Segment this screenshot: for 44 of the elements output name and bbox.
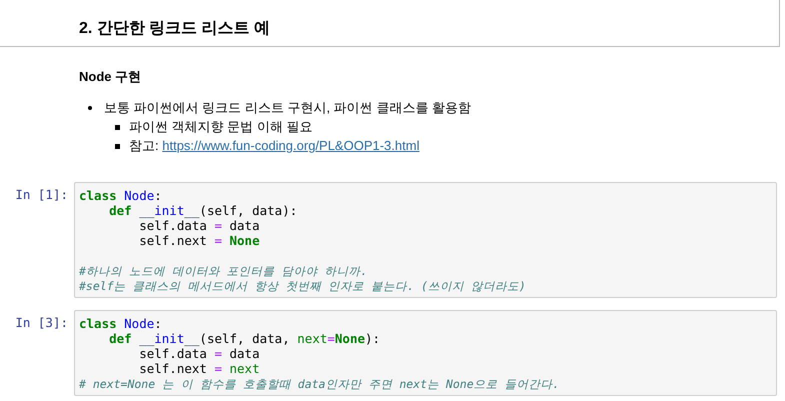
bullet-icon — [88, 106, 92, 110]
bullet-icon — [115, 125, 120, 130]
code-cell[interactable]: class Node: def __init__(self, data): self.data = data self.next = None #하나의 노드에 데이터와 포인터를 담아야 하니까. #self는 클래스의 메서드에서 항상 첫번째 인자로 붙는다. (쓰이지 않더라도) — [74, 182, 777, 298]
list-item-text: 참고: https://www.fun-coding.org/PL&OOP1-3.html — [129, 138, 420, 153]
section-heading: 2. 간단한 링크드 리스트 예 — [78, 19, 272, 39]
code-comment: #self는 클래스의 메서드에서 항상 첫번째 인자로 붙는다. (쓰이지 않더라도) — [79, 279, 526, 293]
list-item-text: 파이썬 객체지향 문법 이해 필요 — [129, 119, 312, 134]
code-keyword: None — [228, 233, 260, 248]
subheading: Node 구현 — [79, 68, 142, 86]
code-comment: # next=None 는 이 함수를 호출할때 data인자만 주면 next는 None으로 들어간다. — [79, 377, 560, 391]
code-text: data — [228, 218, 260, 233]
code-keyword: def — [109, 203, 133, 218]
code-text: self.data — [139, 218, 208, 233]
code-comment: #하나의 노드에 데이터와 포인터를 담아야 하니까. — [79, 264, 368, 278]
code-keyword: class — [79, 188, 118, 203]
code-text: self.next — [139, 233, 208, 248]
code-parameter: next — [228, 361, 260, 376]
code-text: (self, data): — [199, 203, 298, 218]
code-parameter: next — [297, 331, 328, 346]
code-text: : — [154, 188, 162, 203]
code-keyword: class — [79, 316, 118, 331]
code-name: __init__ — [139, 203, 200, 218]
code-text: : — [154, 316, 162, 331]
code-name: Node — [124, 188, 154, 203]
code-text: ): — [365, 331, 380, 346]
code-text: self.data — [139, 346, 208, 361]
code-operator: = — [327, 331, 335, 346]
cell-prompt: In [3]: — [14, 314, 69, 332]
reference-link[interactable]: https://www.fun-coding.org/PL&OOP1-3.html — [162, 138, 420, 153]
code-name: __init__ — [139, 331, 200, 346]
code-operator: = — [214, 361, 222, 376]
code-operator: = — [214, 346, 222, 361]
cell-prompt: In [1]: — [14, 186, 69, 204]
code-keyword: None — [334, 331, 366, 346]
code-operator: = — [214, 218, 222, 233]
code-text: self.next — [139, 361, 208, 376]
code-text: data — [228, 346, 260, 361]
bullet-icon — [115, 144, 120, 149]
code-cell[interactable]: class Node: def __init__(self, data, next=None): self.data = data self.next = next # next=None 는 이 함수를 호출할때 data인자만 주면 next는 None으로 들어간다. — [74, 310, 777, 396]
code-operator: = — [214, 233, 222, 248]
list-item-text: 보통 파이썬에서 링크드 리스트 구현시, 파이썬 클래스를 활용함 — [104, 100, 471, 115]
code-keyword: def — [109, 331, 133, 346]
code-name: Node — [124, 316, 154, 331]
code-text: (self, data, — [199, 331, 291, 346]
